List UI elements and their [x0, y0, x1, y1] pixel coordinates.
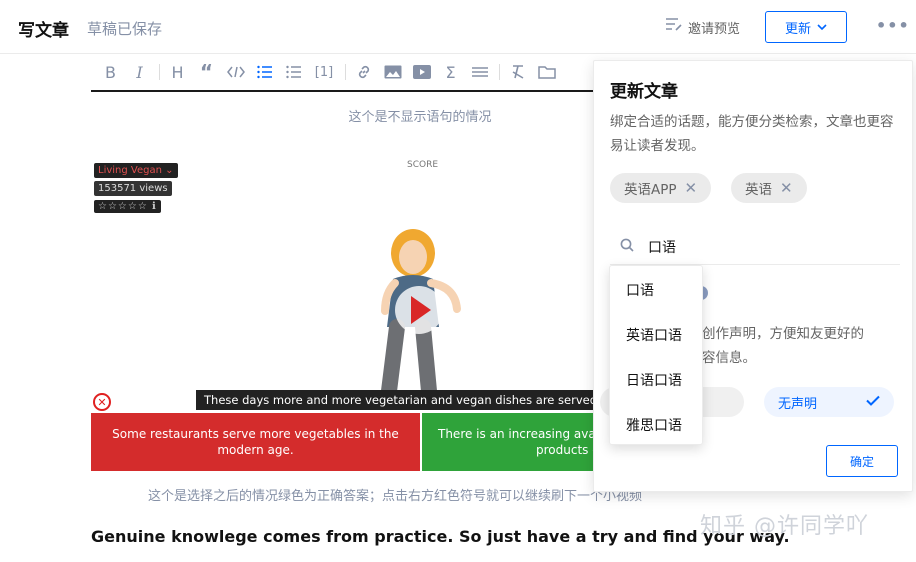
toolbar-divider: [499, 64, 500, 80]
panel-description: 绑定合适的话题，能方便分类检索，文章也更容易让读者发现。: [610, 114, 894, 154]
remove-chip-icon[interactable]: ✕: [780, 179, 793, 197]
statement-desc-line-2: 容信息。: [702, 349, 756, 366]
reference-icon[interactable]: [1]: [309, 58, 339, 86]
attachment-icon[interactable]: [533, 58, 560, 86]
toolbar-divider: [345, 64, 346, 80]
ordered-list-icon[interactable]: [251, 58, 278, 86]
code-icon[interactable]: [222, 58, 249, 86]
topic-chip: 英语APP ✕: [610, 173, 712, 203]
chevron-down-icon: [817, 20, 827, 35]
rating-stars[interactable]: ☆☆☆☆☆ ℹ: [94, 200, 161, 213]
update-button[interactable]: 更新: [765, 11, 847, 43]
update-label: 更新: [784, 21, 811, 37]
bold-icon[interactable]: B: [97, 58, 124, 86]
views-count: 153571 views: [94, 181, 172, 196]
formula-icon[interactable]: Σ: [437, 58, 464, 86]
suggestion-item[interactable]: 雅思口语: [626, 415, 682, 435]
remove-chip-icon[interactable]: ✕: [685, 179, 698, 197]
checkmark-icon: [866, 395, 880, 410]
search-icon: [620, 238, 634, 256]
divider-icon[interactable]: [466, 58, 493, 86]
topic-suggestion-dropdown: 口语 英语口语 日语口语 雅思口语: [609, 265, 703, 445]
topic-chip: 英语 ✕: [731, 173, 807, 203]
confirm-button[interactable]: 确定: [826, 445, 898, 477]
suggestion-item[interactable]: 日语口语: [626, 370, 682, 390]
editor-toolbar: B I H “ [1] Σ: [91, 54, 611, 92]
answer-option-wrong[interactable]: Some restaurants serve more vegetables i…: [91, 413, 420, 471]
no-statement-label: 无声明: [778, 396, 818, 412]
creation-statement-description: 创作声明，方便知友更好的 容信息。: [702, 323, 864, 370]
answer-option-correct[interactable]: There is an increasing availab products …: [422, 413, 601, 471]
invite-preview-button[interactable]: 邀请预览: [665, 16, 740, 38]
answer-correct-line-1: There is an increasing availab: [438, 426, 601, 441]
video-embed[interactable]: SCORE Living Vegan ⌄ 153571 views ☆☆☆☆☆ …: [91, 157, 601, 471]
article-paragraph: Genuine knowlege comes from practice. So…: [91, 527, 790, 546]
heading-icon[interactable]: H: [164, 58, 191, 86]
video-subtitle: These days more and more vegetarian and …: [196, 390, 601, 410]
italic-icon[interactable]: I: [126, 58, 153, 86]
toolbar-divider: [159, 64, 160, 80]
topic-search-input[interactable]: 口语: [610, 229, 900, 265]
statement-desc-line-1: 创作声明，方便知友更好的: [702, 326, 864, 342]
answer-correct-line-2: products or: [536, 443, 601, 457]
editor-header: 写文章 草稿已保存 邀请预览 更新 •••: [0, 0, 916, 54]
video-icon[interactable]: [408, 58, 435, 86]
preview-list-icon: [665, 17, 683, 37]
suggestion-item[interactable]: 英语口语: [626, 325, 682, 345]
draft-status: 草稿已保存: [87, 20, 163, 38]
score-label: SCORE: [407, 160, 439, 170]
play-button-icon[interactable]: [394, 285, 444, 335]
statement-option-none[interactable]: 无声明: [764, 387, 894, 417]
link-icon[interactable]: [350, 58, 377, 86]
image-icon[interactable]: [379, 58, 406, 86]
channel-badge[interactable]: Living Vegan ⌄: [94, 163, 178, 178]
unordered-list-icon[interactable]: [280, 58, 307, 86]
close-icon[interactable]: ✕: [93, 393, 111, 411]
preview-label: 邀请预览: [688, 21, 741, 37]
clear-format-icon[interactable]: [504, 58, 531, 86]
topic-chip-label: 英语: [745, 182, 772, 198]
panel-title: 更新文章: [610, 82, 678, 102]
topic-chip-label: 英语APP: [624, 182, 677, 198]
search-input-value: 口语: [648, 239, 676, 256]
suggestion-item[interactable]: 口语: [626, 280, 654, 300]
quote-icon[interactable]: “: [193, 58, 220, 86]
more-options-icon[interactable]: •••: [876, 16, 910, 35]
zhihu-watermark: 知乎 @许同学吖: [700, 514, 869, 539]
page-title: 写文章: [18, 21, 69, 41]
